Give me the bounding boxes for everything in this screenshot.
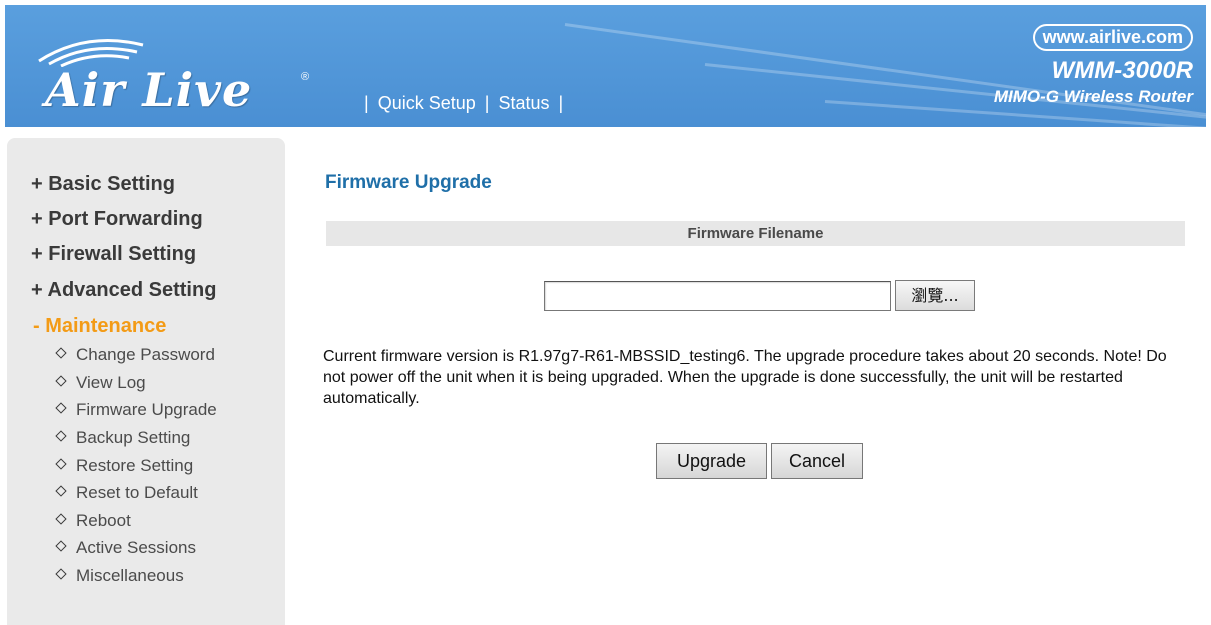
- sidebar-sub-restore-setting[interactable]: Restore Setting: [55, 456, 194, 476]
- sidebar-sub-label: View Log: [76, 373, 146, 392]
- sidebar-sub-label: Change Password: [76, 345, 215, 364]
- nav-separator: |: [558, 93, 564, 113]
- sidebar-sub-active-sessions[interactable]: Active Sessions: [55, 538, 196, 558]
- airlive-logo: Air Live ®: [25, 27, 315, 122]
- sidebar-sub-change-password[interactable]: Change Password: [55, 345, 215, 365]
- sidebar-sub-firmware-upgrade[interactable]: Firmware Upgrade: [55, 400, 217, 420]
- top-nav: | Quick Setup | Status |: [355, 93, 572, 114]
- product-subtitle: MIMO-G Wireless Router: [993, 87, 1193, 106]
- nav-separator: |: [364, 93, 369, 113]
- diamond-bullet-icon: [55, 430, 67, 442]
- diamond-bullet-icon: [55, 458, 67, 470]
- diamond-bullet-icon: [55, 375, 67, 387]
- nav-status[interactable]: Status: [498, 93, 549, 113]
- sidebar-sub-reset-to-default[interactable]: Reset to Default: [55, 483, 198, 503]
- sidebar-sub-view-log[interactable]: View Log: [55, 373, 146, 393]
- diamond-bullet-icon: [55, 402, 67, 414]
- firmware-info-text: Current firmware version is R1.97g7-R61-…: [323, 348, 1167, 407]
- sidebar-item-maintenance[interactable]: - Maintenance: [33, 315, 166, 338]
- sidebar-sub-label: Firmware Upgrade: [76, 400, 217, 419]
- upgrade-button[interactable]: Upgrade: [656, 443, 767, 479]
- cancel-button[interactable]: Cancel: [771, 443, 863, 479]
- model-name: WMM-3000R: [1051, 57, 1193, 84]
- sidebar-item-advanced-setting[interactable]: + Advanced Setting: [31, 279, 216, 302]
- firmware-file-input[interactable]: [544, 281, 891, 311]
- sidebar-sub-label: Active Sessions: [76, 538, 196, 557]
- browse-button[interactable]: 瀏覽...: [895, 280, 975, 311]
- diamond-bullet-icon: [55, 568, 67, 580]
- sidebar-sub-label: Reboot: [76, 511, 131, 530]
- page-title: Firmware Upgrade: [325, 172, 492, 193]
- diamond-bullet-icon: [55, 347, 67, 359]
- sidebar-item-firewall-setting[interactable]: + Firewall Setting: [31, 243, 196, 266]
- nav-quick-setup[interactable]: Quick Setup: [378, 93, 476, 113]
- page: Air Live ® | Quick Setup | Status | www.airl…: [0, 0, 1211, 625]
- website-url: www.airlive.com: [1032, 24, 1193, 51]
- logo-text: Air Live: [45, 63, 253, 117]
- wifi-arcs-icon: [38, 39, 144, 67]
- sidebar-sub-miscellaneous[interactable]: Miscellaneous: [55, 566, 184, 586]
- diamond-bullet-icon: [55, 485, 67, 497]
- registered-mark: ®: [301, 71, 310, 83]
- sidebar-sub-label: Restore Setting: [76, 456, 194, 475]
- section-header: Firmware Filename: [326, 221, 1185, 246]
- sidebar-sub-label: Backup Setting: [76, 428, 191, 447]
- diamond-bullet-icon: [55, 540, 67, 552]
- header-banner: Air Live ® | Quick Setup | Status | www.airl…: [5, 5, 1206, 127]
- nav-separator: |: [484, 93, 490, 113]
- sidebar-sub-reboot[interactable]: Reboot: [55, 511, 131, 531]
- diamond-bullet-icon: [55, 513, 67, 525]
- sidebar-sub-backup-setting[interactable]: Backup Setting: [55, 428, 191, 448]
- sidebar-sub-label: Reset to Default: [76, 483, 198, 502]
- sidebar-item-port-forwarding[interactable]: + Port Forwarding: [31, 208, 203, 231]
- sidebar-item-basic-setting[interactable]: + Basic Setting: [31, 173, 175, 196]
- brand-block: www.airlive.com WMM-3000R MIMO-G Wireles…: [994, 24, 1193, 107]
- sidebar-sub-label: Miscellaneous: [76, 566, 184, 585]
